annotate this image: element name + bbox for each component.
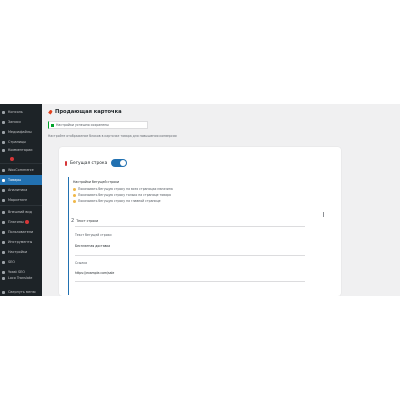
sidebar-item-seo[interactable]: SEO (0, 257, 42, 267)
check-icon (51, 123, 54, 127)
sidebar-item-analytics[interactable]: Аналитика (0, 185, 42, 195)
sidebar-separator (0, 205, 42, 206)
user-icon (2, 230, 5, 234)
app-screen: Консоль Записи Медиафайлы Страницы Комме… (0, 104, 400, 296)
settings-icon (2, 250, 5, 254)
option-product-page[interactable]: Показывать бегущую строку только на стра… (73, 193, 171, 197)
sidebar-item-label: Внешний вид (8, 210, 32, 214)
sidebar-item-label: Маркетинг (8, 198, 28, 202)
sidebar-item-loco[interactable]: Loco Translate (0, 275, 42, 287)
chart-icon (2, 188, 5, 192)
sidebar-item-label: Записи (8, 120, 21, 124)
step-header: 2 Текст строки (71, 218, 98, 224)
megaphone-icon (2, 198, 5, 202)
divider (75, 226, 305, 227)
sidebar-item-label: Страницы (8, 140, 26, 144)
sidebar-item-label: Аналитика (8, 188, 28, 192)
sidebar-item-label: Комментарии (8, 148, 33, 152)
rocket-icon (48, 110, 53, 115)
ticker-text-label: Текст бегущей строки (75, 233, 112, 237)
sidebar-item-products[interactable]: Товары (0, 175, 42, 185)
translate-icon (2, 277, 5, 280)
notice-text: Настройки успешно сохранены (56, 123, 109, 127)
sidebar-item-users[interactable]: Пользователи (0, 227, 42, 237)
sidebar-item-tools[interactable]: Инструменты (0, 237, 42, 247)
card-header: Бегущая строка (64, 159, 128, 167)
resize-handle[interactable] (323, 212, 324, 217)
option-radio[interactable] (73, 199, 76, 203)
sidebar-item-settings[interactable]: Настройки (0, 247, 42, 257)
sidebar-item-label: WooCommerce (8, 168, 34, 172)
box-icon (2, 178, 5, 182)
woo-icon (2, 168, 5, 172)
sidebar-item-label: Инструменты (8, 240, 33, 244)
page-title-text: Продающая карточка (55, 109, 122, 115)
flag-icon (64, 160, 68, 166)
collapse-icon (2, 290, 5, 294)
sidebar-item-posts[interactable]: Записи (0, 117, 42, 127)
option-label: Показывать бегущую строку на главной стр… (78, 199, 161, 203)
sidebar-item-pages[interactable]: Страницы (0, 137, 42, 147)
sidebar-item-label: Свернуть меню (8, 290, 36, 294)
media-icon (2, 130, 5, 134)
option-radio[interactable] (73, 193, 76, 197)
pin-icon (2, 120, 5, 124)
sidebar-item-label: Loco Translate (8, 276, 33, 280)
admin-sidebar: Консоль Записи Медиафайлы Страницы Комме… (0, 104, 42, 296)
divider (75, 255, 305, 256)
sidebar-item-label: Консоль (8, 110, 23, 114)
sidebar-item-plugins[interactable]: Плагины (0, 217, 42, 227)
sidebar-item-appearance[interactable]: Внешний вид (0, 207, 42, 217)
sidebar-item-label: Настройки (8, 250, 28, 254)
ticker-toggle[interactable] (111, 159, 128, 167)
comments-count-badge (10, 157, 14, 161)
settings-panel: Настройки бегущей строки Показывать бегу… (68, 177, 324, 295)
page-title: Продающая карточка (48, 109, 122, 115)
sidebar-item-label: Yoast SEO (8, 270, 25, 274)
sidebar-item-comments[interactable]: Комментарии (0, 147, 42, 161)
seo-icon (2, 260, 5, 264)
section-title: Настройки бегущей строки (73, 180, 120, 184)
sidebar-item-label: SEO (8, 260, 15, 264)
step-title: Текст строки (76, 219, 99, 223)
sidebar-item-woocommerce[interactable]: WooCommerce (0, 165, 42, 175)
card-title: Бегущая строка (70, 160, 108, 166)
settings-card: Бегущая строка Настройки бегущей строки … (59, 147, 341, 296)
step-number: 2 (71, 218, 75, 224)
option-home-page[interactable]: Показывать бегущую строку на главной стр… (73, 199, 161, 203)
sidebar-item-label: Плагины (8, 220, 24, 224)
plugins-update-badge (24, 220, 29, 224)
option-label: Показывать бегущую строку только на стра… (78, 193, 171, 197)
ticker-text-input[interactable]: Бесплатная доставка (75, 244, 110, 248)
link-label: Ссылка (75, 261, 88, 265)
dashboard-icon (2, 110, 5, 114)
sidebar-item-label: Товары (8, 178, 22, 182)
link-input[interactable]: https://example.com/sale (75, 271, 114, 275)
yoast-icon (2, 270, 5, 274)
sidebar-item-label: Пользователи (8, 230, 34, 234)
sidebar-item-dashboard[interactable]: Консоль (0, 107, 42, 117)
page-description: Настройте отображение блоков в карточке … (48, 134, 177, 138)
sidebar-item-marketing[interactable]: Маркетинг (0, 195, 42, 205)
option-all-pages[interactable]: Показывать бегущую строку на всех страни… (73, 187, 173, 191)
comment-icon (2, 149, 5, 152)
sidebar-item-label: Медиафайлы (8, 130, 32, 134)
sidebar-separator (0, 163, 42, 164)
option-label: Показывать бегущую строку на всех страни… (78, 187, 173, 191)
page-icon (2, 140, 5, 144)
brush-icon (2, 210, 5, 214)
sidebar-item-media[interactable]: Медиафайлы (0, 127, 42, 137)
success-notice: Настройки успешно сохранены (48, 121, 148, 129)
sidebar-collapse-button[interactable]: Свернуть меню (0, 287, 42, 296)
toggle-knob (120, 160, 127, 166)
divider (75, 281, 305, 282)
plug-icon (2, 220, 5, 224)
wrench-icon (2, 240, 5, 244)
main-content: Продающая карточка Настройки успешно сох… (42, 104, 400, 296)
option-radio[interactable] (73, 187, 76, 191)
